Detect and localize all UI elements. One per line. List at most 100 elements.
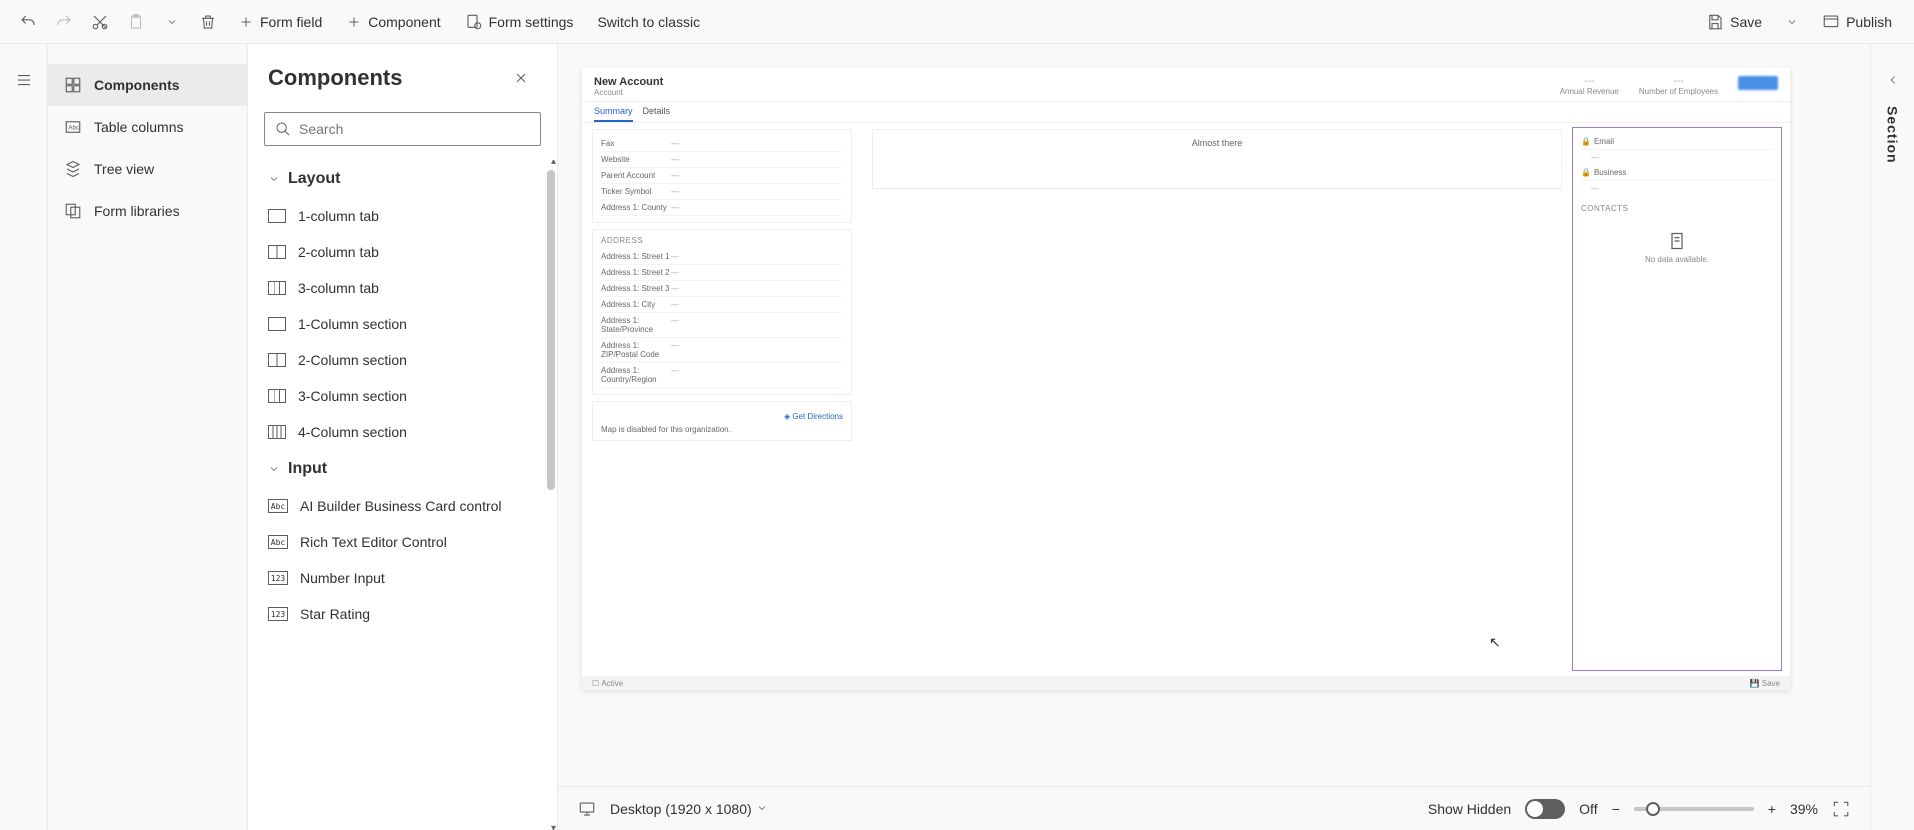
field-street1[interactable]: Address 1: Street 1--- — [601, 249, 843, 265]
zoom-level: 39% — [1790, 801, 1818, 817]
switch-classic-button[interactable]: Switch to classic — [587, 8, 710, 36]
components-panel-title: Components — [268, 65, 402, 91]
redo-button[interactable] — [48, 6, 80, 38]
field-address-county[interactable]: Address 1: County--- — [601, 200, 843, 216]
field-street3[interactable]: Address 1: Street 3--- — [601, 281, 843, 297]
comp-1-column-tab[interactable]: 1-column tab — [264, 198, 541, 234]
comp-2-column-section[interactable]: 2-Column section — [264, 342, 541, 378]
header-field-employees[interactable]: ---Number of Employees — [1639, 76, 1718, 96]
zoom-out-button[interactable]: − — [1612, 801, 1620, 817]
undo-button[interactable] — [12, 6, 44, 38]
comp-number-input[interactable]: 123Number Input — [264, 560, 541, 596]
expand-properties-button[interactable] — [1877, 64, 1909, 96]
three-column-section-icon — [268, 389, 286, 403]
contacts-section[interactable]: CONTACTS No data available. — [1581, 204, 1773, 278]
close-components-panel[interactable] — [505, 62, 537, 94]
cut-button[interactable] — [84, 6, 116, 38]
form-tabs: Summary Details — [582, 102, 1790, 123]
scroll-up-arrow[interactable]: ▴ — [551, 160, 556, 167]
chevron-down-icon — [268, 463, 280, 475]
field-street2[interactable]: Address 1: Street 2--- — [601, 265, 843, 281]
fit-to-screen-icon[interactable] — [1832, 800, 1850, 818]
field-country[interactable]: Address 1: Country/Region--- — [601, 363, 843, 388]
paste-dropdown[interactable] — [156, 6, 188, 38]
right-panel-label: Section — [1885, 106, 1901, 164]
zoom-thumb[interactable] — [1646, 802, 1660, 816]
form-preview[interactable]: New Account Account ---Annual Revenue --… — [582, 68, 1790, 690]
field-website[interactable]: Website--- — [601, 152, 843, 168]
rail-table-columns[interactable]: Abc Table columns — [48, 106, 247, 148]
comp-1-column-section[interactable]: 1-Column section — [264, 306, 541, 342]
form-subtitle: Account — [594, 88, 663, 97]
rail-tree-view-label: Tree view — [94, 161, 154, 177]
number-icon: 123 — [268, 607, 288, 621]
map-disabled-text: Map is disabled for this organization. — [601, 425, 843, 434]
two-column-section-icon — [268, 353, 286, 367]
section-address[interactable]: ADDRESS Address 1: Street 1--- Address 1… — [592, 229, 852, 395]
tab-summary[interactable]: Summary — [594, 102, 633, 122]
comp-label: Number Input — [300, 570, 385, 586]
rail-components[interactable]: Components — [48, 64, 247, 106]
save-button[interactable]: Save — [1696, 7, 1772, 37]
one-column-section-icon — [268, 317, 286, 331]
viewport-selector[interactable]: Desktop (1920 x 1080) — [610, 801, 768, 817]
comp-ai-builder-card[interactable]: AbcAI Builder Business Card control — [264, 488, 541, 524]
component-label: Component — [368, 14, 440, 30]
form-settings-button[interactable]: Form settings — [455, 7, 584, 37]
comp-label: AI Builder Business Card control — [300, 498, 502, 514]
group-input-header[interactable]: Input — [264, 450, 541, 488]
section-account-info[interactable]: Fax--- Website--- Parent Account--- Tick… — [592, 129, 852, 223]
search-box[interactable] — [264, 112, 541, 146]
field-fax[interactable]: Fax--- — [601, 136, 843, 152]
add-component-button[interactable]: Component — [336, 8, 450, 36]
comp-label: 4-Column section — [298, 424, 407, 440]
group-layout-header[interactable]: Layout — [264, 160, 541, 198]
paste-button[interactable] — [120, 6, 152, 38]
comp-star-rating[interactable]: 123 Star Rating — [264, 596, 541, 632]
get-directions-link[interactable]: ◈ Get Directions — [601, 408, 843, 425]
section-map[interactable]: ◈ Get Directions Map is disabled for thi… — [592, 401, 852, 441]
publish-button[interactable]: Publish — [1812, 7, 1902, 37]
comp-rich-text-editor[interactable]: AbcRich Text Editor Control — [264, 524, 541, 560]
header-field-annual-revenue[interactable]: ---Annual Revenue — [1560, 76, 1619, 96]
footer-save-icon: 💾 — [1750, 679, 1760, 688]
comp-2-column-tab[interactable]: 2-column tab — [264, 234, 541, 270]
zoom-in-button[interactable]: + — [1768, 801, 1776, 817]
field-state[interactable]: Address 1: State/Province--- — [601, 313, 843, 338]
rail-form-libraries[interactable]: Form libraries — [48, 190, 247, 232]
zoom-slider[interactable] — [1634, 807, 1754, 811]
delete-button[interactable] — [192, 6, 224, 38]
comp-3-column-section[interactable]: 3-Column section — [264, 378, 541, 414]
chevron-down-icon — [268, 173, 280, 185]
hamburger-column — [0, 44, 48, 830]
add-form-field-button[interactable]: Form field — [228, 8, 332, 36]
field-ticker-symbol[interactable]: Ticker Symbol--- — [601, 184, 843, 200]
rail-tree-view[interactable]: Tree view — [48, 148, 247, 190]
plus-icon — [238, 14, 254, 30]
form-header[interactable]: New Account Account ---Annual Revenue --… — [582, 68, 1790, 102]
form-libraries-icon — [64, 202, 82, 220]
field-business[interactable]: 🔒Business — [1581, 165, 1773, 181]
hamburger-button[interactable] — [8, 64, 40, 96]
comp-label: Star Rating — [300, 606, 370, 622]
show-hidden-toggle[interactable] — [1525, 799, 1565, 819]
comp-3-column-tab[interactable]: 3-column tab — [264, 270, 541, 306]
search-input[interactable] — [299, 121, 530, 137]
form-field-label: Form field — [260, 14, 322, 30]
form-right-column-selected[interactable]: 🔒Email --- 🔒Business --- CONTACTS No dat… — [1572, 127, 1782, 671]
components-icon — [64, 76, 82, 94]
field-email[interactable]: 🔒Email — [1581, 134, 1773, 150]
tree-view-icon — [64, 160, 82, 178]
field-parent-account[interactable]: Parent Account--- — [601, 168, 843, 184]
footer-save: Save — [1762, 679, 1780, 688]
scroll-down-arrow[interactable]: ▾ — [551, 823, 556, 830]
field-zip[interactable]: Address 1: ZIP/Postal Code--- — [601, 338, 843, 363]
comp-4-column-section[interactable]: 4-Column section — [264, 414, 541, 450]
save-dropdown[interactable] — [1776, 6, 1808, 38]
desktop-icon — [578, 800, 596, 818]
scrollbar[interactable] — [547, 170, 555, 490]
tab-details[interactable]: Details — [643, 102, 671, 122]
field-city[interactable]: Address 1: City--- — [601, 297, 843, 313]
toggle-state-label: Off — [1579, 801, 1597, 817]
timeline-section[interactable]: Almost there — [872, 129, 1562, 189]
